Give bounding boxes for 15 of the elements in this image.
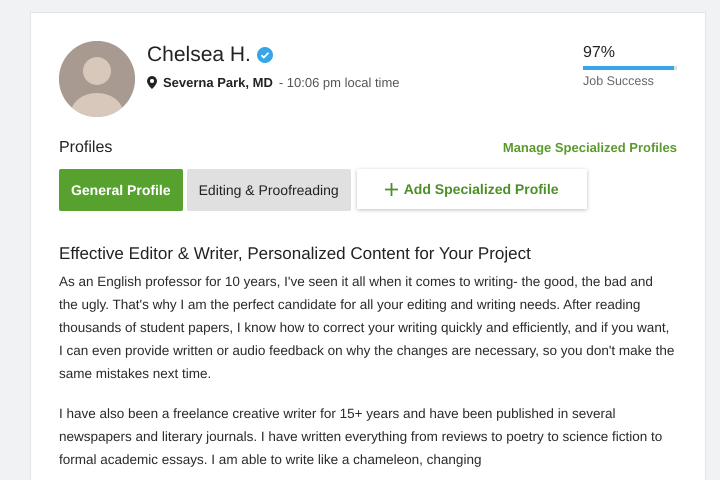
- local-time: - 10:06 pm local time: [278, 75, 400, 90]
- freelancer-name: Chelsea H.: [147, 43, 251, 67]
- add-profile-button[interactable]: Add Specialized Profile: [356, 169, 587, 209]
- overview-paragraph: As an English professor for 10 years, I've seen it all when it comes to writing- the good, the bad and the ugly. That's why I am the perfect candidate for all your editing and writing needs. After reading thousands of student papers, I know how to correct your writing quickly and efficiently, and if you want, I can even provide written or audio feedback on why the changes are necessary, so you don't make the same mistakes next time.: [59, 273, 675, 383]
- plus-icon: [384, 182, 398, 196]
- profile-tab[interactable]: General Profile: [59, 169, 183, 211]
- location: Severna Park, MD: [163, 75, 273, 90]
- overview-paragraph: I have also been a freelance creative writer for 15+ years and have been published in several newspapers and literary journals. I have written everything from reviews to poetry to science fiction to formal academic essays. I am able to write like a chameleon, changing: [59, 405, 664, 469]
- profile-tab[interactable]: Editing & Proofreading: [186, 169, 351, 211]
- job-success-label: Job Success: [583, 74, 655, 88]
- manage-profiles-link[interactable]: Manage Specialized Profiles: [502, 140, 677, 155]
- overview-title: Effective Editor & Writer, Personalized Content for Your Project: [59, 244, 532, 264]
- location-pin-icon: [147, 76, 157, 89]
- section-title: Profiles: [59, 139, 112, 157]
- job-success-value: 97%: [583, 44, 616, 62]
